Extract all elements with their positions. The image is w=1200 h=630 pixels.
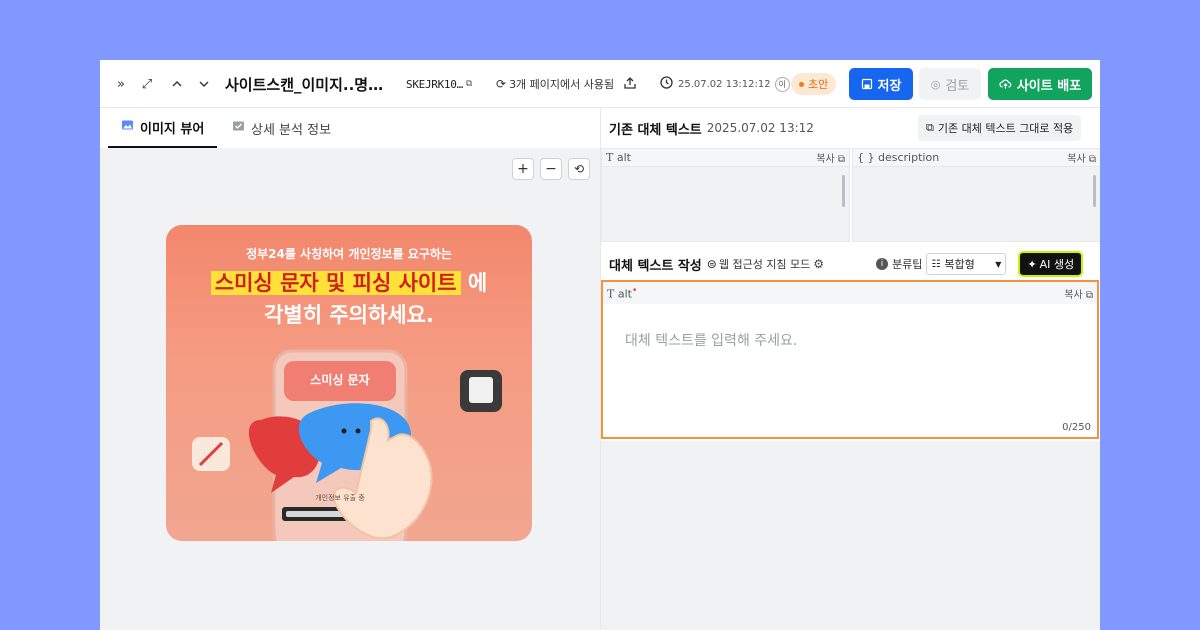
- app-window: » ⤢ 사이트스캔_이미지..명… SKEJRK10… ⧉ ⟳ 3개 페이지에서…: [100, 60, 1100, 630]
- image-viewer-pane: 이미지 뷰어 상세 분석 정보 + − ⟲ 정부24를 사칭하여 개인정보를 요…: [100, 108, 600, 630]
- editor-header: T alt• 복사 ⧉: [603, 282, 1097, 304]
- status-badge: 초안: [791, 73, 837, 95]
- image-icon: [121, 119, 134, 135]
- tip-label: 분류팁: [892, 258, 923, 271]
- existing-alt-header: 기존 대체 텍스트 2025.07.02 13:12: [609, 108, 814, 148]
- last-saved-time: 25.07.02 13:12:12: [678, 78, 771, 90]
- image-preview: 정부24를 사칭하여 개인정보를 요구하는 스미싱 문자 및 피싱 사이트 에 …: [166, 225, 532, 541]
- mode-label: 웹 접근성 지침 모드: [718, 258, 811, 271]
- phone-label: 스미싱 문자: [310, 373, 370, 387]
- cloud-upload-icon: [999, 79, 1012, 89]
- chevron-down-icon[interactable]: [193, 73, 215, 95]
- compose-header: 대체 텍스트 작성 ⊜ 웹 접근성 지침 모드 ⚙ i 분류팁 ☷ 복합형 ▼ …: [601, 246, 1100, 282]
- required-mark: •: [631, 285, 638, 296]
- existing-description-field[interactable]: { } description 복사 ⧉: [852, 148, 1100, 242]
- layout-icon: ☷: [931, 258, 941, 270]
- status-dot-icon: [799, 81, 804, 87]
- alt-text-pane: 기존 대체 텍스트 2025.07.02 13:12 ⧉ 기존 대체 텍스트 그…: [600, 108, 1100, 630]
- scrollbar[interactable]: [842, 175, 845, 207]
- alt-text-input[interactable]: 대체 텍스트를 입력해 주세요.: [625, 330, 797, 350]
- tab-label: 이미지 뷰어: [140, 121, 205, 137]
- chevron-up-icon[interactable]: [166, 73, 188, 95]
- braces-icon: { }: [857, 151, 875, 164]
- top-toolbar: » ⤢ 사이트스캔_이미지..명… SKEJRK10… ⧉ ⟳ 3개 페이지에서…: [100, 60, 1100, 108]
- tab-label: 상세 분석 정보: [251, 122, 332, 138]
- compose-title: 대체 텍스트 작성: [609, 258, 702, 274]
- review-label: 검토: [945, 78, 970, 94]
- review-button[interactable]: ◎ 검토: [919, 68, 981, 100]
- reset-zoom-icon[interactable]: ⟲: [568, 158, 590, 180]
- char-counter: 0/250: [1062, 422, 1091, 433]
- info-icon: i: [876, 258, 889, 270]
- copy-icon: ⧉: [926, 121, 934, 134]
- type-select-value: 복합형: [944, 258, 975, 271]
- document-title: 사이트스캔_이미지..명…: [225, 75, 384, 94]
- document-id: SKEJRK10…: [406, 77, 463, 91]
- sync-icon: ⟳: [496, 77, 507, 91]
- sparkle-icon: ✦: [1027, 257, 1037, 271]
- field-header: T alt 복사 ⧉: [602, 149, 849, 167]
- copy-label: 복사: [1064, 289, 1083, 301]
- dropdown-arrow-icon: ▼: [995, 259, 1002, 269]
- share-icon[interactable]: [623, 75, 637, 94]
- scan-icon: ◎: [930, 77, 941, 91]
- copy-button[interactable]: 복사 ⧉: [816, 150, 845, 165]
- fullscreen-icon[interactable]: ⤢: [136, 73, 158, 95]
- type-select[interactable]: ☷ 복합형 ▼: [926, 253, 1007, 275]
- zoom-in-button[interactable]: +: [512, 158, 534, 180]
- user-avatar: 이: [774, 76, 790, 92]
- status-label: 초안: [808, 78, 829, 91]
- apply-existing-label: 기존 대체 텍스트 그대로 적용: [937, 122, 1074, 135]
- checklist-icon: [232, 120, 245, 136]
- accessibility-icon: ⊜: [706, 257, 717, 271]
- copy-button[interactable]: 복사 ⧉: [1067, 150, 1096, 165]
- text-icon: T: [607, 287, 615, 301]
- description-label: description: [878, 151, 940, 164]
- existing-alt-field[interactable]: T alt 복사 ⧉: [601, 148, 850, 242]
- apply-existing-button[interactable]: ⧉ 기존 대체 텍스트 그대로 적용: [918, 115, 1082, 141]
- history-icon[interactable]: [659, 75, 674, 94]
- tab-analysis-info[interactable]: 상세 분석 정보: [232, 108, 331, 148]
- copy-button[interactable]: 복사 ⧉: [1064, 286, 1093, 301]
- copy-label: 복사: [816, 154, 835, 165]
- save-label: 저장: [877, 78, 902, 94]
- copy-icon[interactable]: ⧉: [466, 79, 472, 89]
- field-header: { } description 복사 ⧉: [853, 149, 1100, 167]
- save-button[interactable]: 저장: [849, 68, 913, 100]
- alt-label: alt: [616, 151, 631, 164]
- settings-icon[interactable]: ⚙: [813, 257, 824, 271]
- ai-generate-label: AI 생성: [1039, 258, 1075, 271]
- existing-alt-date: 2025.07.02 13:12: [706, 121, 814, 135]
- viewer-tabs: 이미지 뷰어 상세 분석 정보: [100, 108, 600, 148]
- ai-generate-button[interactable]: ✦ AI 생성: [1018, 251, 1084, 277]
- tab-image-viewer[interactable]: 이미지 뷰어: [108, 108, 218, 148]
- existing-alt-title: 기존 대체 텍스트: [609, 122, 702, 138]
- usage-count[interactable]: 3개 페이지에서 사용됨: [509, 76, 614, 92]
- scrollbar[interactable]: [1093, 175, 1096, 207]
- alt-label: alt: [617, 287, 632, 301]
- expand-sidebar-icon[interactable]: »: [110, 73, 132, 95]
- progress-label: 개인정보 유출 중: [315, 494, 365, 502]
- text-icon: T: [606, 151, 614, 164]
- alt-text-editor[interactable]: T alt• 복사 ⧉ 대체 텍스트를 입력해 주세요. 0/250: [601, 280, 1099, 439]
- copy-label: 복사: [1067, 154, 1086, 165]
- zoom-out-button[interactable]: −: [540, 158, 562, 180]
- deploy-label: 사이트 배포: [1016, 78, 1082, 94]
- save-icon: [861, 78, 872, 90]
- empty-area: [601, 441, 1100, 630]
- deploy-button[interactable]: 사이트 배포: [988, 68, 1092, 100]
